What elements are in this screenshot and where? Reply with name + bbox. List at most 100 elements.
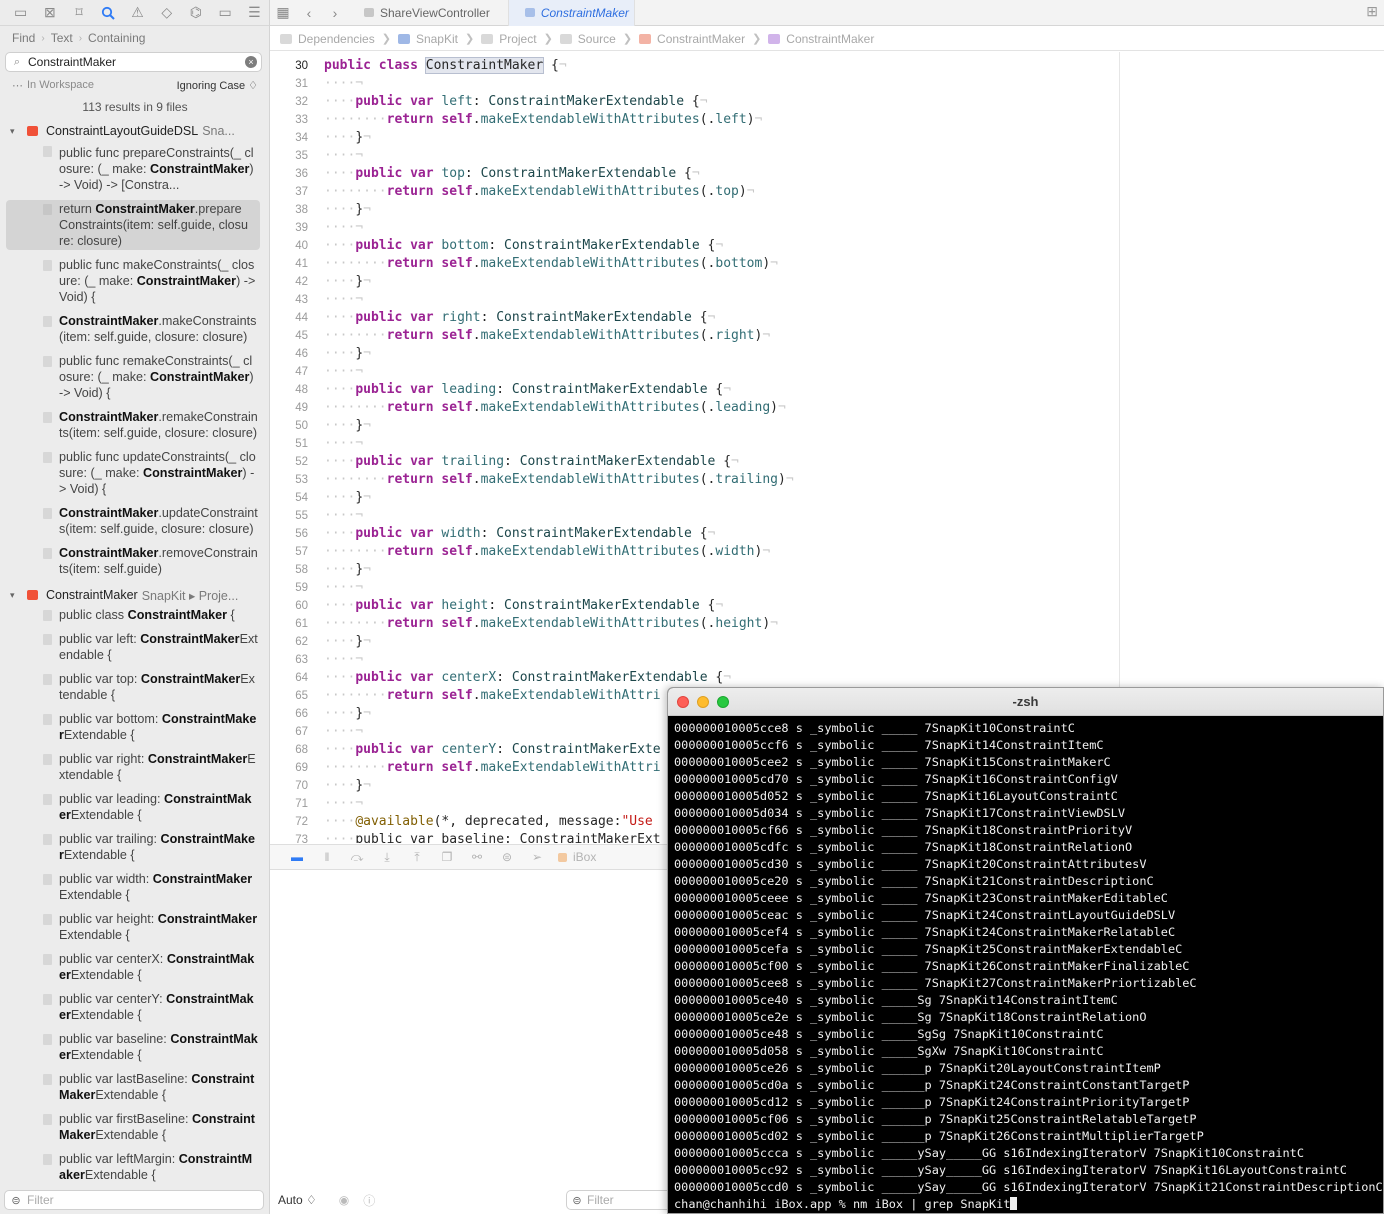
code-token: ¬ bbox=[770, 616, 778, 631]
search-result-item[interactable]: public var width: ConstraintMaker Extenda… bbox=[0, 870, 269, 904]
code-token: ConstraintMakerExtendable bbox=[504, 238, 700, 253]
search-result-item[interactable]: public var lastBaseline: ConstraintMaker… bbox=[0, 1070, 269, 1104]
search-result-item[interactable]: ConstraintMaker.removeConstraints(item: … bbox=[0, 544, 269, 578]
terminal-output[interactable]: 000000010005cce8 s _symbolic _____ 7Snap… bbox=[668, 716, 1383, 1213]
warning-icon[interactable]: ⚠ bbox=[123, 1, 152, 25]
forward-arrow-icon[interactable]: › bbox=[322, 1, 348, 25]
search-result-item[interactable]: public var leftMargin: ConstraintMakerEx… bbox=[0, 1150, 269, 1184]
result-file-row[interactable]: ▾ ConstraintMaker SnapKit ▸ Proje... bbox=[0, 584, 269, 606]
find-crumb-find[interactable]: Find bbox=[12, 31, 35, 45]
step-out-icon[interactable]: ⤒ bbox=[402, 850, 432, 865]
search-icon[interactable] bbox=[94, 1, 123, 25]
code-token: var bbox=[410, 94, 434, 109]
terminal-window[interactable]: -zsh 000000010005cce8 s _symbolic _____ … bbox=[667, 687, 1384, 1214]
search-result-item[interactable]: public var leading: ConstraintMakerExten… bbox=[0, 790, 269, 824]
memory-graph-icon[interactable]: ⚯ bbox=[462, 850, 492, 864]
search-result-item[interactable]: public func remakeConstraints(_ closure:… bbox=[0, 352, 269, 402]
jumpbar-item[interactable]: Source bbox=[559, 32, 616, 46]
jumpbar-item[interactable]: Project bbox=[481, 31, 537, 46]
tab-constraint-maker[interactable]: ConstraintMaker bbox=[508, 0, 635, 26]
jumpbar-item[interactable]: ConstraintMaker bbox=[768, 32, 874, 46]
jumpbar-item[interactable]: ConstraintMaker bbox=[639, 32, 745, 46]
environment-icon[interactable]: ⊜ bbox=[492, 850, 522, 864]
search-result-item[interactable]: ConstraintMaker.makeConstraints(item: se… bbox=[0, 312, 269, 346]
list-icon[interactable]: ☰ bbox=[240, 1, 269, 25]
auto-popup[interactable]: Auto ♢ bbox=[278, 1193, 317, 1207]
disclosure-triangle-icon[interactable]: ▾ bbox=[10, 590, 22, 601]
search-result-item[interactable]: public var top: ConstraintMakerExtendabl… bbox=[0, 670, 269, 704]
code-token: ···· bbox=[324, 130, 356, 145]
find-crumb-text[interactable]: Text bbox=[51, 31, 73, 45]
location-icon[interactable]: ➢ bbox=[522, 850, 552, 864]
result-text-after: Extendable { bbox=[70, 1048, 142, 1062]
terminal-prompt[interactable]: chan@chanhihi iBox.app % nm iBox | grep … bbox=[674, 1196, 1383, 1213]
search-result-item[interactable]: public var left: ConstraintMakerExtendab… bbox=[0, 630, 269, 664]
search-result-item[interactable]: public var baseline: ConstraintMakerExte… bbox=[0, 1030, 269, 1064]
swift-file-icon bbox=[26, 125, 40, 137]
line-number: 45 bbox=[295, 330, 308, 342]
find-crumb-containing[interactable]: Containing bbox=[88, 31, 145, 45]
code-token: ¬ bbox=[770, 256, 778, 271]
grid-icon[interactable]: ▦ bbox=[270, 1, 296, 25]
search-result-item[interactable]: public func prepareConstraints(_ closure… bbox=[0, 142, 269, 194]
code-token: ···· bbox=[324, 814, 356, 829]
add-editor-icon[interactable]: ⊞ bbox=[1366, 3, 1378, 20]
terminal-line: 000000010005ce2e s _symbolic _____Sg 7Sn… bbox=[674, 1010, 1147, 1024]
find-search-field[interactable]: ⌕ × bbox=[5, 52, 262, 72]
search-result-item[interactable]: public var trailing: ConstraintMakerExte… bbox=[0, 830, 269, 864]
search-result-item[interactable]: public var firstBaseline: ConstraintMake… bbox=[0, 1110, 269, 1144]
search-result-item[interactable]: public func updateConstraints(_ closure:… bbox=[0, 448, 269, 498]
code-line: 31 ····¬ bbox=[270, 75, 1120, 93]
search-result-item[interactable]: public var height: ConstraintMaker Extend… bbox=[0, 910, 269, 944]
document-icon bbox=[43, 1154, 52, 1165]
step-in-icon[interactable]: ⤓ bbox=[372, 850, 402, 865]
code-token: ····¬ bbox=[324, 796, 364, 811]
disclosure-triangle-icon[interactable]: ▾ bbox=[10, 126, 22, 137]
sprayer-icon[interactable]: ⌬ bbox=[181, 1, 210, 25]
bookmark-icon[interactable]: ⌑ bbox=[64, 1, 93, 25]
toggle-console-icon[interactable]: ▬ bbox=[282, 850, 312, 864]
tab-share-view-controller[interactable]: ShareViewController bbox=[348, 0, 509, 26]
folder-icon[interactable]: ▭ bbox=[6, 1, 35, 25]
navigator-filter-field[interactable]: ⊜ Filter bbox=[4, 1190, 264, 1210]
case-mode-popup[interactable]: Ignoring Case ♢ bbox=[177, 79, 258, 92]
search-result-item[interactable]: public var bottom: ConstraintMakerExtend… bbox=[0, 710, 269, 744]
search-result-item[interactable]: public var right: ConstraintMakerExtenda… bbox=[0, 750, 269, 784]
search-result-item[interactable]: public var centerX: ConstraintMakerExten… bbox=[0, 950, 269, 984]
search-result-item[interactable]: public func makeConstraints(_ closure: (… bbox=[0, 256, 269, 306]
eye-icon[interactable]: ◉ bbox=[339, 1193, 349, 1207]
search-result-item[interactable]: public var centerY: ConstraintMakerExten… bbox=[0, 990, 269, 1024]
scope-row: ⋯ In Workspace Ignoring Case ♢ bbox=[0, 76, 269, 94]
line-number: 37 bbox=[295, 186, 308, 198]
view-hierarchy-icon[interactable]: ❐ bbox=[432, 850, 462, 864]
tag-icon[interactable]: ▭ bbox=[211, 1, 240, 25]
clear-icon[interactable]: × bbox=[245, 56, 257, 68]
x-square-icon[interactable]: ⊠ bbox=[35, 1, 64, 25]
search-result-item[interactable]: ConstraintMaker.updateConstraints(item: … bbox=[0, 504, 269, 538]
jumpbar-item[interactable]: SnapKit bbox=[397, 32, 458, 46]
search-result-item[interactable]: public class ConstraintMaker { bbox=[0, 606, 269, 624]
code-token: ¬ bbox=[785, 472, 794, 487]
jumpbar-label: Project bbox=[499, 31, 537, 46]
info-icon[interactable]: ⓘ bbox=[363, 1192, 375, 1209]
search-result-item[interactable]: ConstraintMaker.remakeConstraints(item: … bbox=[0, 408, 269, 442]
console-filter-field[interactable]: ⊜ Filter bbox=[566, 1190, 676, 1210]
terminal-titlebar[interactable]: -zsh bbox=[668, 688, 1383, 716]
diamond-icon[interactable]: ◇ bbox=[152, 1, 181, 25]
line-number: 62 bbox=[295, 636, 308, 648]
document-icon bbox=[43, 508, 52, 519]
document-icon bbox=[43, 754, 52, 765]
terminal-line: 000000010005ccca s _symbolic _____ySay__… bbox=[674, 1146, 1304, 1160]
code-token: return bbox=[386, 328, 434, 343]
debug-target[interactable]: iBox bbox=[558, 850, 596, 864]
code-token: } bbox=[355, 274, 364, 289]
search-result-item[interactable]: return ConstraintMaker.prepareConstraint… bbox=[6, 200, 260, 250]
jumpbar-item[interactable]: Dependencies bbox=[280, 32, 375, 46]
back-arrow-icon[interactable]: ‹ bbox=[296, 1, 322, 25]
pause-icon[interactable]: ‖ bbox=[312, 850, 342, 864]
scope-label[interactable]: In Workspace bbox=[27, 79, 94, 91]
find-mode-breadcrumb[interactable]: Find › Text › Containing bbox=[0, 26, 269, 50]
result-file-row[interactable]: ▾ ConstraintLayoutGuideDSL Sna... bbox=[0, 120, 269, 142]
step-over-icon[interactable]: ⤼ bbox=[342, 850, 372, 865]
search-input[interactable] bbox=[28, 55, 245, 69]
